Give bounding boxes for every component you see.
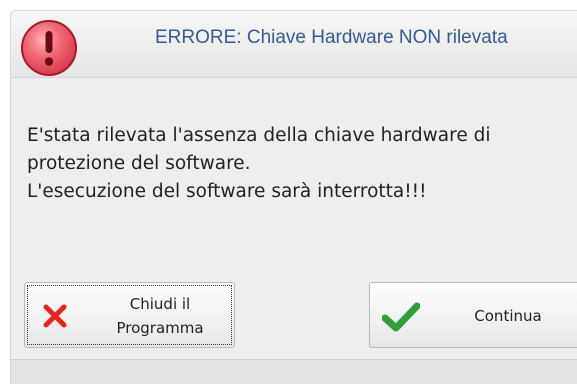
continue-button[interactable]: Continua (369, 282, 577, 348)
error-dialog: ERRORE: Chiave Hardware NON rilevata E's… (10, 10, 577, 384)
message-line-1: E'stata rilevata l'assenza della chiave … (27, 125, 491, 146)
red-x-icon (43, 304, 67, 328)
error-message: E'stata rilevata l'assenza della chiave … (27, 122, 572, 206)
dialog-titlebar: ERRORE: Chiave Hardware NON rilevata (11, 11, 577, 78)
close-program-button[interactable]: Chiudi il Programma (24, 282, 235, 348)
close-program-label: Chiudi il Programma (116, 295, 204, 337)
continue-label: Continua (474, 307, 542, 325)
dialog-title: ERRORE: Chiave Hardware NON rilevata (155, 27, 508, 48)
message-line-2: protezione del software. (27, 153, 251, 174)
dialog-footer (11, 359, 577, 384)
message-line-3: L'esecuzione del software sarà interrott… (27, 181, 427, 202)
green-check-icon (382, 302, 420, 332)
error-exclamation-icon (21, 20, 77, 76)
